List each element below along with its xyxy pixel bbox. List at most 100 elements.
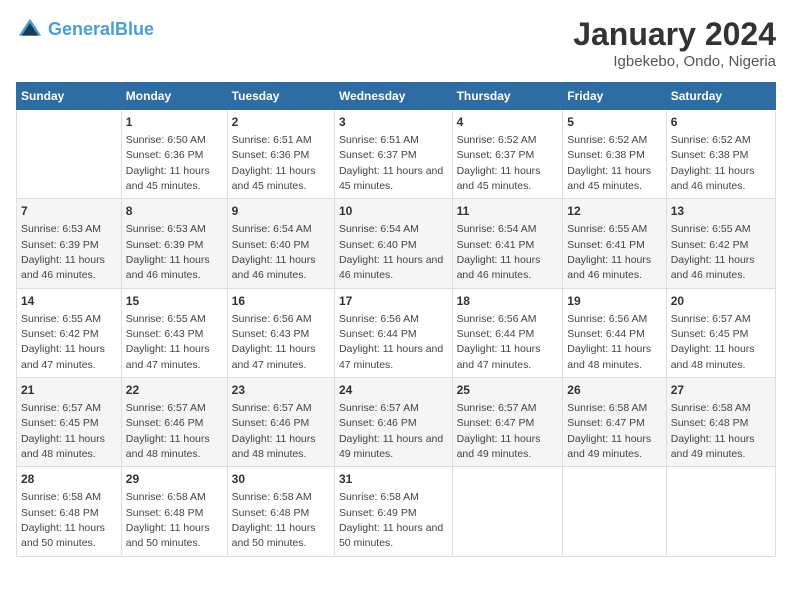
day-number: 15 — [126, 293, 223, 310]
logo: GeneralBlue — [16, 16, 154, 44]
header-cell-tuesday: Tuesday — [227, 83, 334, 110]
day-number: 5 — [567, 114, 661, 131]
calendar-cell: 13 Sunrise: 6:55 AMSunset: 6:42 PMDayligh… — [666, 199, 775, 288]
logo-line1: General — [48, 19, 115, 39]
cell-info: Sunrise: 6:51 AMSunset: 6:37 PMDaylight:… — [339, 134, 443, 192]
cell-info: Sunrise: 6:52 AMSunset: 6:38 PMDaylight:… — [567, 134, 651, 192]
calendar-cell: 25Sunrise: 6:57 AMSunset: 6:47 PMDayligh… — [452, 378, 563, 467]
calendar-cell — [563, 467, 666, 556]
calendar-cell: 3 Sunrise: 6:51 AMSunset: 6:37 PMDaylight… — [334, 110, 452, 199]
calendar-cell: 22 Sunrise: 6:57 AMSunset: 6:46 PMDayligh… — [121, 378, 227, 467]
calendar-cell: 12 Sunrise: 6:55 AMSunset: 6:41 PMDayligh… — [563, 199, 666, 288]
header-cell-monday: Monday — [121, 83, 227, 110]
cell-info: Sunrise: 6:57 AMSunset: 6:46 PMDaylight:… — [232, 402, 316, 460]
cell-info: Sunrise: 6:57 AMSunset: 6:47 PMDaylight:… — [457, 402, 541, 460]
cell-info: Sunrise: 6:55 AMSunset: 6:42 PMDaylight:… — [671, 223, 755, 281]
calendar-cell: 4 Sunrise: 6:52 AMSunset: 6:37 PMDaylight… — [452, 110, 563, 199]
calendar-cell: 19 Sunrise: 6:56 AMSunset: 6:44 PMDayligh… — [563, 288, 666, 377]
cell-info: Sunrise: 6:57 AMSunset: 6:46 PMDaylight:… — [339, 402, 443, 460]
calendar-cell: 7Sunrise: 6:53 AMSunset: 6:39 PMDaylight… — [17, 199, 122, 288]
day-number: 27 — [671, 382, 771, 399]
cell-info: Sunrise: 6:54 AMSunset: 6:41 PMDaylight:… — [457, 223, 541, 281]
cell-info: Sunrise: 6:58 AMSunset: 6:49 PMDaylight:… — [339, 491, 443, 549]
week-row-0: 1 Sunrise: 6:50 AMSunset: 6:36 PMDaylight… — [17, 110, 776, 199]
day-number: 7 — [21, 203, 117, 220]
header-cell-friday: Friday — [563, 83, 666, 110]
day-number: 31 — [339, 471, 448, 488]
day-number: 23 — [232, 382, 330, 399]
cell-info: Sunrise: 6:54 AMSunset: 6:40 PMDaylight:… — [339, 223, 443, 281]
header-cell-thursday: Thursday — [452, 83, 563, 110]
day-number: 3 — [339, 114, 448, 131]
calendar-cell: 18Sunrise: 6:56 AMSunset: 6:44 PMDayligh… — [452, 288, 563, 377]
cell-info: Sunrise: 6:51 AMSunset: 6:36 PMDaylight:… — [232, 134, 316, 192]
calendar-cell: 8Sunrise: 6:53 AMSunset: 6:39 PMDaylight… — [121, 199, 227, 288]
day-number: 26 — [567, 382, 661, 399]
cell-info: Sunrise: 6:56 AMSunset: 6:44 PMDaylight:… — [567, 313, 651, 371]
header-row: SundayMondayTuesdayWednesdayThursdayFrid… — [17, 83, 776, 110]
logo-icon — [16, 16, 44, 44]
day-number: 1 — [126, 114, 223, 131]
calendar-cell — [452, 467, 563, 556]
day-number: 12 — [567, 203, 661, 220]
cell-info: Sunrise: 6:55 AMSunset: 6:42 PMDaylight:… — [21, 313, 105, 371]
calendar-cell: 30 Sunrise: 6:58 AMSunset: 6:48 PMDayligh… — [227, 467, 334, 556]
week-row-1: 7Sunrise: 6:53 AMSunset: 6:39 PMDaylight… — [17, 199, 776, 288]
calendar-cell: 27 Sunrise: 6:58 AMSunset: 6:48 PMDayligh… — [666, 378, 775, 467]
day-number: 30 — [232, 471, 330, 488]
cell-info: Sunrise: 6:58 AMSunset: 6:47 PMDaylight:… — [567, 402, 651, 460]
calendar-header: SundayMondayTuesdayWednesdayThursdayFrid… — [17, 83, 776, 110]
cell-info: Sunrise: 6:54 AMSunset: 6:40 PMDaylight:… — [232, 223, 316, 281]
calendar-cell: 26 Sunrise: 6:58 AMSunset: 6:47 PMDayligh… — [563, 378, 666, 467]
week-row-2: 14Sunrise: 6:55 AMSunset: 6:42 PMDayligh… — [17, 288, 776, 377]
day-number: 2 — [232, 114, 330, 131]
calendar-table: SundayMondayTuesdayWednesdayThursdayFrid… — [16, 82, 776, 557]
calendar-cell: 24Sunrise: 6:57 AMSunset: 6:46 PMDayligh… — [334, 378, 452, 467]
calendar-cell: 1 Sunrise: 6:50 AMSunset: 6:36 PMDaylight… — [121, 110, 227, 199]
cell-info: Sunrise: 6:56 AMSunset: 6:44 PMDaylight:… — [457, 313, 541, 371]
calendar-cell — [17, 110, 122, 199]
day-number: 17 — [339, 293, 448, 310]
calendar-cell: 23 Sunrise: 6:57 AMSunset: 6:46 PMDayligh… — [227, 378, 334, 467]
day-number: 4 — [457, 114, 559, 131]
week-row-4: 28Sunrise: 6:58 AMSunset: 6:48 PMDayligh… — [17, 467, 776, 556]
day-number: 8 — [126, 203, 223, 220]
calendar-cell: 28Sunrise: 6:58 AMSunset: 6:48 PMDayligh… — [17, 467, 122, 556]
calendar-cell: 5 Sunrise: 6:52 AMSunset: 6:38 PMDaylight… — [563, 110, 666, 199]
header-cell-sunday: Sunday — [17, 83, 122, 110]
calendar-cell: 17 Sunrise: 6:56 AMSunset: 6:44 PMDayligh… — [334, 288, 452, 377]
cell-info: Sunrise: 6:57 AMSunset: 6:46 PMDaylight:… — [126, 402, 210, 460]
calendar-cell: 31 Sunrise: 6:58 AMSunset: 6:49 PMDayligh… — [334, 467, 452, 556]
header-cell-saturday: Saturday — [666, 83, 775, 110]
cell-info: Sunrise: 6:58 AMSunset: 6:48 PMDaylight:… — [232, 491, 316, 549]
day-number: 9 — [232, 203, 330, 220]
week-row-3: 21 Sunrise: 6:57 AMSunset: 6:45 PMDayligh… — [17, 378, 776, 467]
logo-text: GeneralBlue — [48, 20, 154, 40]
day-number: 29 — [126, 471, 223, 488]
cell-info: Sunrise: 6:57 AMSunset: 6:45 PMDaylight:… — [21, 402, 105, 460]
cell-info: Sunrise: 6:56 AMSunset: 6:44 PMDaylight:… — [339, 313, 443, 371]
calendar-cell: 20Sunrise: 6:57 AMSunset: 6:45 PMDayligh… — [666, 288, 775, 377]
cell-info: Sunrise: 6:56 AMSunset: 6:43 PMDaylight:… — [232, 313, 316, 371]
calendar-cell — [666, 467, 775, 556]
cell-info: Sunrise: 6:52 AMSunset: 6:37 PMDaylight:… — [457, 134, 541, 192]
calendar-cell: 2 Sunrise: 6:51 AMSunset: 6:36 PMDaylight… — [227, 110, 334, 199]
cell-info: Sunrise: 6:58 AMSunset: 6:48 PMDaylight:… — [671, 402, 755, 460]
title-block: January 2024 Igbekebo, Ondo, Nigeria — [573, 16, 776, 70]
day-number: 16 — [232, 293, 330, 310]
day-number: 19 — [567, 293, 661, 310]
page-subtitle: Igbekebo, Ondo, Nigeria — [573, 53, 776, 70]
calendar-cell: 21 Sunrise: 6:57 AMSunset: 6:45 PMDayligh… — [17, 378, 122, 467]
cell-info: Sunrise: 6:55 AMSunset: 6:41 PMDaylight:… — [567, 223, 651, 281]
calendar-cell: 14Sunrise: 6:55 AMSunset: 6:42 PMDayligh… — [17, 288, 122, 377]
cell-info: Sunrise: 6:50 AMSunset: 6:36 PMDaylight:… — [126, 134, 210, 192]
calendar-cell: 9 Sunrise: 6:54 AMSunset: 6:40 PMDaylight… — [227, 199, 334, 288]
header-cell-wednesday: Wednesday — [334, 83, 452, 110]
calendar-cell: 11Sunrise: 6:54 AMSunset: 6:41 PMDayligh… — [452, 199, 563, 288]
day-number: 6 — [671, 114, 771, 131]
day-number: 13 — [671, 203, 771, 220]
day-number: 21 — [21, 382, 117, 399]
day-number: 22 — [126, 382, 223, 399]
cell-info: Sunrise: 6:57 AMSunset: 6:45 PMDaylight:… — [671, 313, 755, 371]
page-title: January 2024 — [573, 16, 776, 53]
